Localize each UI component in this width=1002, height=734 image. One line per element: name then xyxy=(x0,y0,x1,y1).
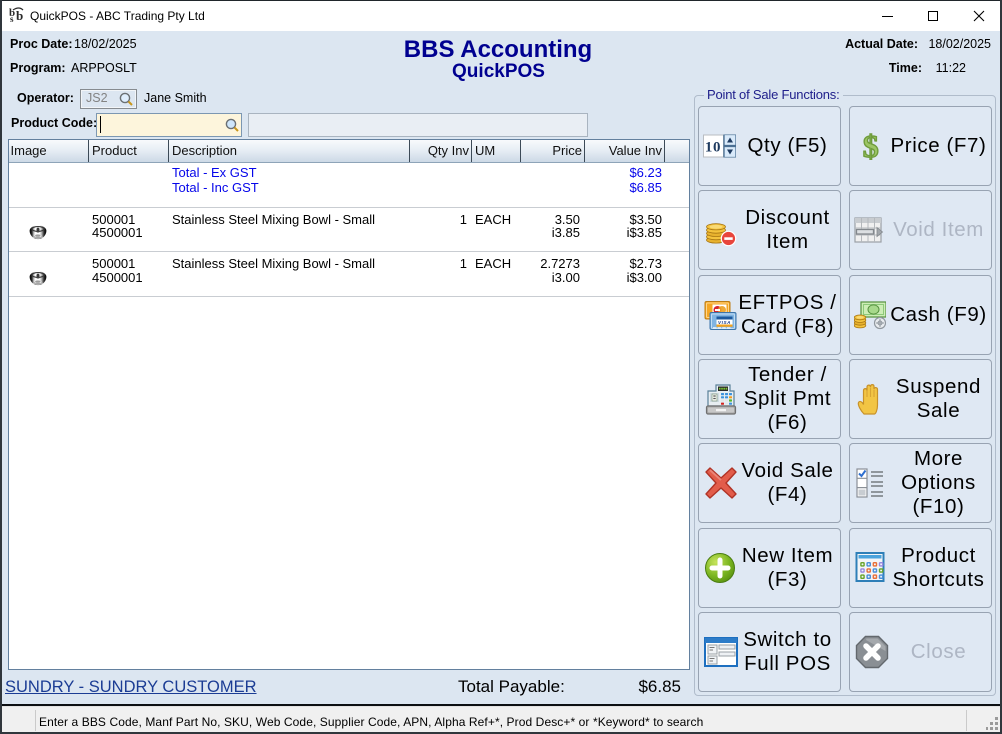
svg-text:VISA: VISA xyxy=(718,320,731,325)
svg-text:$: $ xyxy=(863,131,880,161)
svg-text:s: s xyxy=(10,14,14,23)
svg-text:10: 10 xyxy=(705,140,721,156)
svg-text:b: b xyxy=(16,8,23,23)
